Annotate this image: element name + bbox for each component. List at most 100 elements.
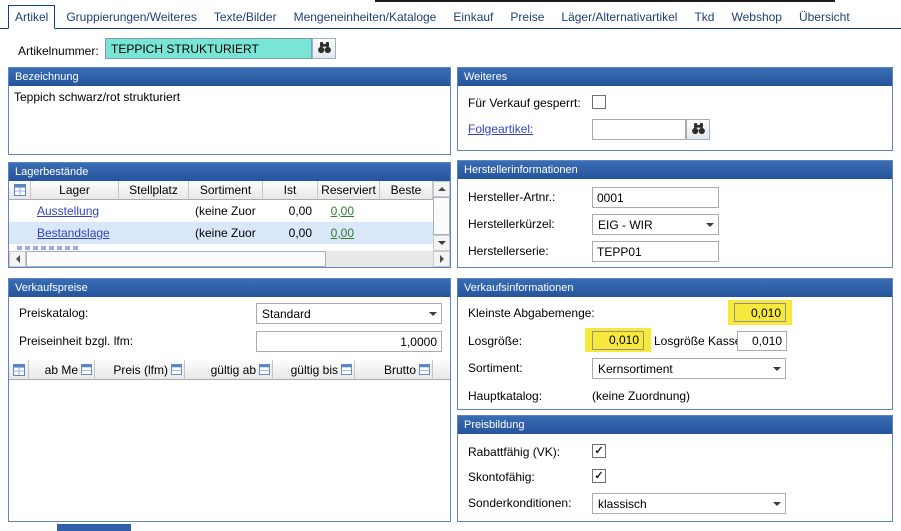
scroll-right-button[interactable] xyxy=(433,251,450,267)
tab-tkd[interactable]: Tkd xyxy=(688,6,720,28)
tab-einkauf[interactable]: Einkauf xyxy=(447,6,499,28)
column-header-ist[interactable]: Ist xyxy=(263,181,318,200)
column-menu-icon[interactable] xyxy=(81,364,92,375)
column-menu-icon[interactable] xyxy=(419,364,430,375)
bezeichnung-panel-title: Bezeichnung xyxy=(9,68,450,86)
cell-lager: Bestandslage xyxy=(31,222,119,244)
column-header-preis-lfm[interactable]: Preis (lfm) xyxy=(95,360,185,380)
column-header-lager[interactable]: Lager xyxy=(31,181,119,200)
losgroesse-input[interactable] xyxy=(592,331,644,350)
bezeichnung-textarea[interactable]: Teppich schwarz/rot strukturiert xyxy=(9,86,450,154)
cell-lager: Ausstellung xyxy=(31,200,119,222)
folgeartikel-input[interactable] xyxy=(592,119,686,140)
stock-grid-header: Lager Stellplatz Sortiment Ist Reservier… xyxy=(9,181,433,200)
sortiment-value: Kernsortiment xyxy=(593,362,769,376)
chevron-down-icon[interactable] xyxy=(769,359,785,378)
column-header-stellplatz[interactable]: Stellplatz xyxy=(119,181,189,200)
column-label: gültig ab xyxy=(211,363,256,377)
folgeartikel-link[interactable]: Folgeartikel: xyxy=(468,122,533,136)
binoculars-icon xyxy=(317,41,332,57)
sortiment-select[interactable]: Kernsortiment xyxy=(592,358,786,379)
cell-stellplatz xyxy=(119,222,189,244)
tab-laeger-alternativartikel[interactable]: Läger/Alternativartikel xyxy=(555,6,683,28)
verkaufsinformationen-panel: Verkaufsinformationen Kleinste Abgabemen… xyxy=(457,278,893,410)
column-header-gueltig-bis[interactable]: gültig bis xyxy=(273,360,355,380)
hersteller-artnr-label: Hersteller-Artnr.: xyxy=(468,190,555,204)
chevron-down-icon[interactable] xyxy=(702,215,718,234)
horizontal-scroll-thumb[interactable] xyxy=(26,251,326,267)
stock-row[interactable]: Ausstellung (keine Zuor 0,00 0,00 xyxy=(9,200,433,222)
scroll-down-button[interactable] xyxy=(433,235,450,251)
vertical-scroll-thumb[interactable] xyxy=(433,197,450,235)
bezeichnung-text: Teppich schwarz/rot strukturiert xyxy=(14,90,180,104)
arrow-right-icon xyxy=(440,255,444,263)
losgroesse-label: Losgröße: xyxy=(468,334,522,348)
preiskatalog-select[interactable]: Standard xyxy=(256,303,442,324)
binoculars-icon xyxy=(691,122,706,138)
stock-grid-vertical-scrollbar[interactable] xyxy=(433,181,450,251)
article-search-button[interactable] xyxy=(312,38,336,59)
herstellerkuerzel-value: EIG - WIR xyxy=(593,218,702,232)
article-number-input[interactable] xyxy=(105,38,312,59)
grid-settings-icon[interactable] xyxy=(9,181,31,200)
verkaufspreise-panel-title: Verkaufspreise xyxy=(9,279,450,297)
herstellerinformationen-panel-title: Herstellerinformationen xyxy=(458,161,892,179)
clipped-stock-row[interactable] xyxy=(9,244,433,251)
column-header-ab-menge[interactable]: ab Me xyxy=(29,360,95,380)
preiseinheit-input[interactable] xyxy=(256,331,442,352)
chevron-down-icon[interactable] xyxy=(769,494,785,513)
kleinste-abgabemenge-input[interactable] xyxy=(734,303,786,322)
herstellerkuerzel-select[interactable]: EIG - WIR xyxy=(592,214,719,235)
column-header-gueltig-ab[interactable]: gültig ab xyxy=(185,360,273,380)
skontofaehig-checkbox[interactable]: ✓ xyxy=(592,469,606,483)
stock-row[interactable]: Bestandslage (keine Zuor 0,00 0,00 xyxy=(9,222,433,244)
clipped-window-edge-top xyxy=(375,0,835,2)
grid-settings-icon[interactable] xyxy=(9,360,29,380)
column-label: Brutto xyxy=(384,363,416,377)
column-header-brutto[interactable]: Brutto xyxy=(355,360,433,380)
herstellerkuerzel-label: Herstellerkürzel: xyxy=(468,217,555,231)
verkaufspreise-panel: Verkaufspreise Preiskatalog: Standard Pr… xyxy=(8,278,451,522)
chevron-down-icon[interactable] xyxy=(425,304,441,323)
losgroesse-kasse-input[interactable] xyxy=(737,331,787,351)
rabattfaehig-checkbox[interactable]: ✓ xyxy=(592,444,606,458)
sonderkonditionen-select[interactable]: klassisch xyxy=(592,493,786,514)
tab-preise[interactable]: Preise xyxy=(504,6,550,28)
lagerbestaende-panel-title: Lagerbestände xyxy=(9,163,450,181)
hersteller-artnr-input[interactable] xyxy=(592,187,719,208)
lagerbestaende-panel: Lagerbestände Lager Stellplatz Sortiment… xyxy=(8,162,451,268)
cell-ist: 0,00 xyxy=(263,200,318,222)
column-header-beste[interactable]: Beste xyxy=(380,181,433,200)
column-header-reserviert[interactable]: Reserviert xyxy=(318,181,380,200)
tab-artikel[interactable]: Artikel xyxy=(8,5,55,29)
article-editor-screen: Artikel Gruppierungen/Weiteres Texte/Bil… xyxy=(0,0,901,531)
verkauf-gesperrt-checkbox[interactable] xyxy=(592,95,606,109)
tab-texte-bilder[interactable]: Texte/Bilder xyxy=(208,6,283,28)
tab-webshop[interactable]: Webshop xyxy=(725,6,787,28)
herstellerinformationen-panel: Herstellerinformationen Hersteller-Artnr… xyxy=(457,160,893,268)
cell-stellplatz xyxy=(119,200,189,222)
reserved-value-link[interactable]: 0,00 xyxy=(331,226,354,240)
warehouse-link[interactable]: Bestandslage xyxy=(37,226,110,240)
hauptkatalog-label: Hauptkatalog: xyxy=(468,389,542,403)
sortiment-label: Sortiment: xyxy=(468,361,523,375)
column-menu-icon[interactable] xyxy=(171,364,182,375)
folgeartikel-search-button[interactable] xyxy=(686,119,710,140)
reserved-value-link[interactable]: 0,00 xyxy=(331,204,354,218)
tab-gruppierungen-weiteres[interactable]: Gruppierungen/Weiteres xyxy=(60,6,203,28)
scroll-left-button[interactable] xyxy=(9,251,26,267)
verkauf-gesperrt-label: Für Verkauf gesperrt: xyxy=(468,96,581,110)
column-header-sortiment[interactable]: Sortiment xyxy=(189,181,263,200)
stock-grid-horizontal-scrollbar[interactable] xyxy=(9,251,450,267)
tab-uebersicht[interactable]: Übersicht xyxy=(793,6,856,28)
column-menu-icon[interactable] xyxy=(259,364,270,375)
hauptkatalog-value: (keine Zuordnung) xyxy=(592,389,690,403)
column-label: Preis (lfm) xyxy=(113,363,168,377)
tab-mengeneinheiten-kataloge[interactable]: Mengeneinheiten/Kataloge xyxy=(288,6,443,28)
rabattfaehig-label: Rabattfähig (VK): xyxy=(468,445,560,459)
herstellerserie-input[interactable] xyxy=(592,241,719,262)
scroll-up-button[interactable] xyxy=(433,181,450,197)
column-menu-icon[interactable] xyxy=(341,364,352,375)
sonderkonditionen-label: Sonderkonditionen: xyxy=(468,496,571,510)
warehouse-link[interactable]: Ausstellung xyxy=(37,204,99,218)
